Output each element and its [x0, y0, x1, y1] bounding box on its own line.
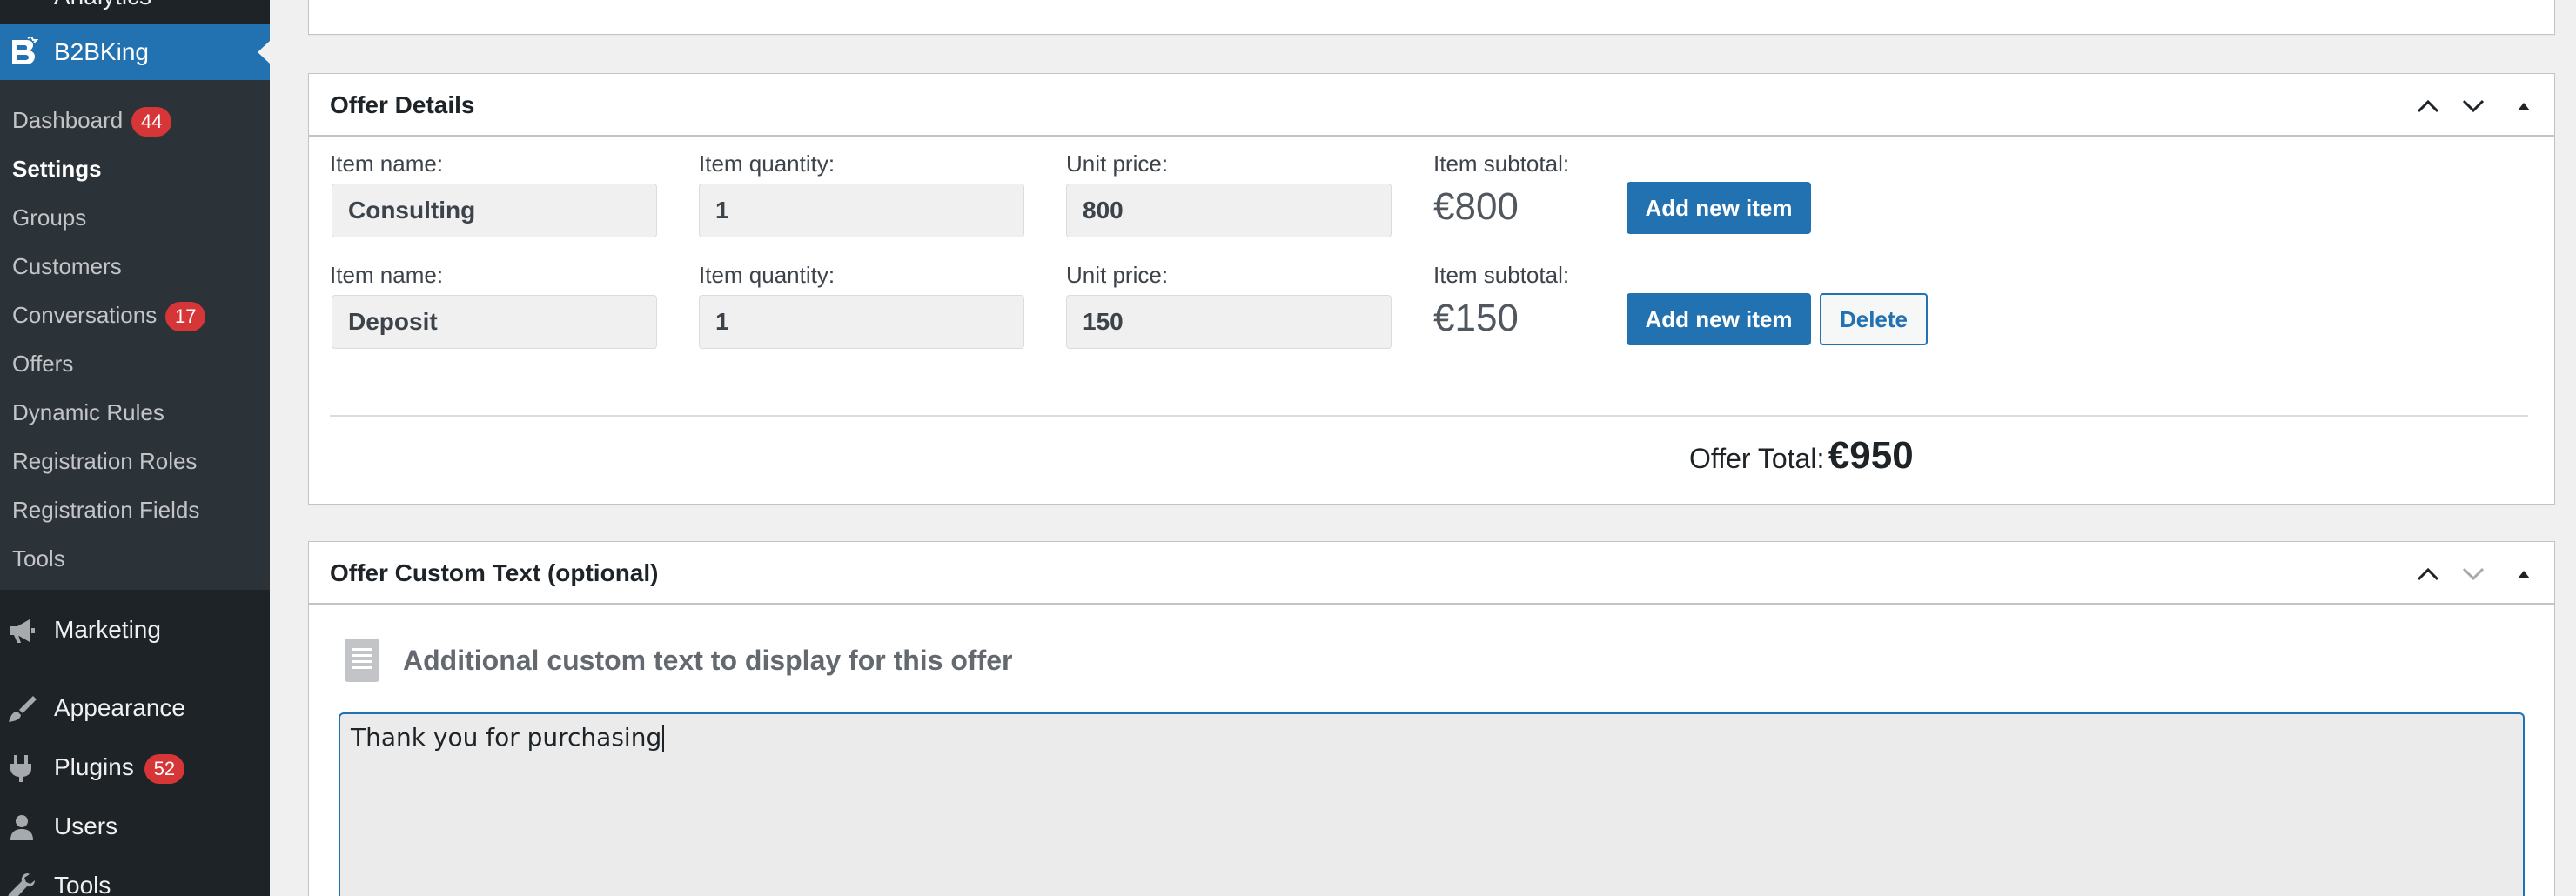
submenu-item-label: Settings [12, 156, 102, 182]
offer-total-value: €950 [1828, 434, 1914, 477]
user-icon [10, 815, 33, 840]
submenu-item-groups[interactable]: Groups [12, 193, 86, 242]
item-name-label: Item name: [330, 150, 444, 177]
submenu-item-tools[interactable]: Tools [12, 534, 65, 583]
item-name-input[interactable]: Consulting [332, 184, 657, 237]
notification-badge: 17 [165, 302, 206, 332]
submenu-item-label: Customers [12, 253, 122, 279]
submenu-item-label: Tools [12, 545, 65, 572]
sidebar-item-plugins[interactable]: Plugins 52 [0, 741, 270, 793]
submenu-item-offers[interactable]: Offers [12, 339, 73, 388]
move-down-button[interactable] [2459, 559, 2488, 589]
sidebar-item-label: Plugins 52 [54, 741, 184, 793]
submenu-item-label: Groups [12, 204, 87, 231]
megaphone-icon [10, 619, 35, 643]
sidebar-item-label: Tools [54, 872, 111, 896]
item-name-input[interactable]: Deposit [332, 295, 657, 349]
wrench-icon [8, 873, 35, 896]
move-up-button[interactable] [2413, 559, 2443, 589]
submenu-item-conversations[interactable]: Conversations 17 [12, 291, 206, 339]
offer-total-label: Offer Total: [1689, 443, 1825, 474]
delete-item-button[interactable]: Delete [1820, 293, 1928, 345]
chevron-up-icon [2417, 99, 2439, 113]
sidebar-item-users[interactable]: Users [0, 800, 270, 853]
item-subtotal-value: €150 [1433, 297, 1519, 339]
item-quantity-label: Item quantity: [699, 262, 835, 288]
sidebar-item-marketing[interactable]: Marketing [0, 604, 270, 656]
sidebar-item-text: Plugins [54, 753, 134, 780]
submenu-item-dynamic-rules[interactable]: Dynamic Rules [12, 388, 164, 437]
panel-title: Offer Custom Text (optional) [330, 559, 659, 586]
toggle-panel-button[interactable] [2509, 559, 2539, 589]
sidebar-item-label: Appearance [54, 694, 186, 721]
item-subtotal-label: Item subtotal: [1433, 262, 1570, 288]
chevron-down-icon [2462, 99, 2485, 113]
caret-up-icon [2518, 103, 2530, 110]
panel-title: Offer Details [330, 91, 475, 118]
bar-chart-icon [7, 0, 37, 12]
caret-up-icon [2518, 571, 2530, 578]
submenu-item-label: Conversations [12, 302, 158, 328]
submenu-item-label: Dynamic Rules [12, 399, 164, 425]
sidebar-item-b2bking[interactable]: B2BKing [0, 24, 270, 80]
sidebar-item-label: B2BKing [54, 38, 149, 65]
textarea-value: Thank you for purchasing [351, 723, 662, 752]
toggle-panel-button[interactable] [2509, 91, 2539, 121]
submenu-item-customers[interactable]: Customers [12, 242, 122, 291]
offer-total: Offer Total: €950 [1689, 434, 1914, 478]
item-subtotal-value: €800 [1433, 185, 1519, 228]
unit-price-label: Unit price: [1066, 262, 1169, 288]
chevron-up-icon [2417, 567, 2439, 581]
item-subtotal-label: Item subtotal: [1433, 150, 1570, 177]
b2bking-logo-icon [12, 37, 38, 64]
panel-header: Offer Details [309, 74, 2554, 137]
item-quantity-input[interactable]: 1 [699, 295, 1024, 349]
paintbrush-icon [9, 696, 37, 722]
item-name-label: Item name: [330, 262, 444, 288]
submenu-item-label: Registration Fields [12, 497, 200, 523]
offer-details-panel: Offer Details Item name: Consulting Item… [308, 73, 2555, 505]
sidebar-item-appearance[interactable]: Appearance [0, 682, 270, 734]
submenu-item-dashboard[interactable]: Dashboard 44 [12, 96, 172, 144]
divider [330, 415, 2528, 417]
item-quantity-input[interactable]: 1 [699, 184, 1024, 237]
plugin-icon [10, 755, 31, 782]
submenu-item-settings[interactable]: Settings [12, 144, 102, 193]
document-icon [345, 639, 379, 682]
submenu-item-label: Offers [12, 351, 74, 377]
submenu-item-registration-roles[interactable]: Registration Roles [12, 437, 197, 485]
panel-header: Offer Custom Text (optional) [309, 542, 2554, 605]
chevron-down-icon [2462, 567, 2485, 581]
previous-panel [308, 0, 2555, 35]
submenu-item-label: Registration Roles [12, 448, 198, 474]
move-down-button[interactable] [2459, 91, 2488, 121]
add-new-item-button[interactable]: Add new item [1627, 182, 1811, 234]
text-cursor [662, 725, 665, 752]
unit-price-input[interactable]: 800 [1066, 184, 1392, 237]
sidebar-submenu: Dashboard 44 Settings Groups Customers Co… [0, 80, 270, 590]
submenu-item-registration-fields[interactable]: Registration Fields [12, 485, 199, 534]
custom-text-label: Additional custom text to display for th… [403, 645, 1013, 676]
add-new-item-button[interactable]: Add new item [1627, 293, 1811, 345]
sidebar-item-label: Marketing [54, 616, 161, 643]
move-up-button[interactable] [2413, 91, 2443, 121]
sidebar-item-tools[interactable]: Tools [0, 859, 270, 896]
custom-text-textarea[interactable]: Thank you for purchasing [339, 712, 2525, 896]
notification-badge: 44 [131, 107, 172, 137]
unit-price-input[interactable]: 150 [1066, 295, 1392, 349]
notification-badge: 52 [144, 753, 184, 784]
offer-custom-text-panel: Offer Custom Text (optional) Additional … [308, 541, 2555, 896]
submenu-item-label: Dashboard [12, 107, 124, 133]
unit-price-label: Unit price: [1066, 150, 1169, 177]
admin-sidebar: Analytics B2BKing Dashboard 44 Settings G… [0, 0, 270, 896]
sidebar-item-label: Users [54, 812, 118, 839]
current-menu-pointer [258, 41, 270, 64]
sidebar-item-label: Analytics [54, 0, 151, 10]
sidebar-item-analytics[interactable]: Analytics [0, 0, 270, 14]
item-quantity-label: Item quantity: [699, 150, 835, 177]
